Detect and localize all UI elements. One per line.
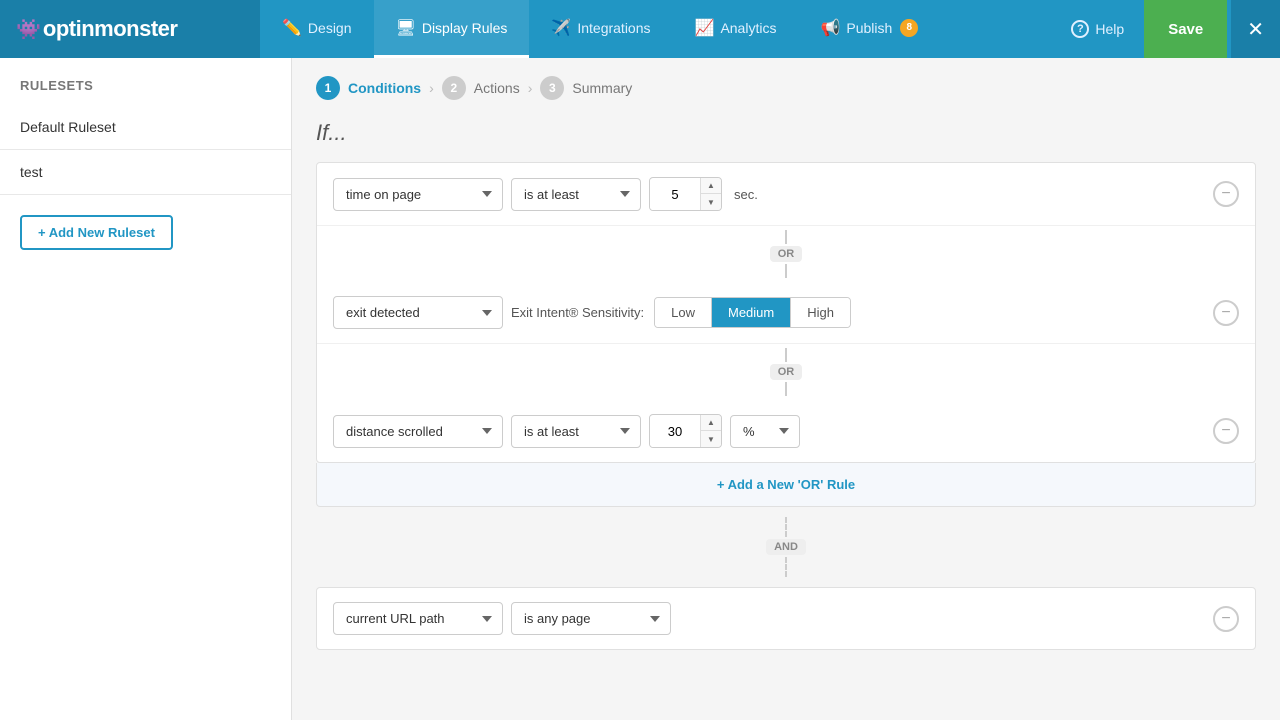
help-button[interactable]: ? Help (1055, 0, 1140, 58)
help-icon: ? (1071, 20, 1089, 38)
value-input-wrap-1: ▲ ▼ (649, 177, 722, 211)
layout: Rulesets Default Ruleset test + Add New … (0, 58, 1280, 720)
spin-down-1[interactable]: ▼ (701, 194, 721, 210)
step-conditions[interactable]: 1 Conditions (316, 76, 421, 100)
condition-select-3[interactable]: distance scrolled time on page exit dete… (333, 415, 503, 448)
or-line-2: OR (770, 344, 803, 400)
publish-icon: 📢 (820, 18, 840, 38)
tab-design[interactable]: ✏️ Design (260, 0, 374, 58)
rule-group-1: time on page exit detected distance scro… (316, 162, 1256, 463)
and-dashed-bottom (785, 557, 787, 577)
if-label: If... (316, 120, 1256, 146)
sensitivity-medium[interactable]: Medium (712, 298, 791, 327)
operator-select-4[interactable]: is any page contains exactly matches doe… (511, 602, 671, 635)
rule-row-1: time on page exit detected distance scro… (317, 163, 1255, 226)
add-or-rule-button[interactable]: + Add a New 'OR' Rule (316, 463, 1256, 507)
integrations-icon: ✈️ (551, 18, 571, 38)
step-actions[interactable]: 2 Actions (442, 76, 520, 100)
spin-down-3[interactable]: ▼ (701, 431, 721, 447)
or-dot-bottom-2 (785, 382, 787, 396)
tab-publish[interactable]: 📢 Publish 8 (798, 0, 940, 58)
remove-button-1[interactable]: − (1213, 181, 1239, 207)
spin-up-3[interactable]: ▲ (701, 415, 721, 431)
or-badge-1: OR (770, 246, 803, 262)
spinners-1: ▲ ▼ (700, 178, 721, 210)
and-dashed-top (785, 517, 787, 537)
value-input-3[interactable] (650, 416, 700, 447)
value-input-wrap-3: ▲ ▼ (649, 414, 722, 448)
sidebar-section-title: Rulesets (0, 58, 291, 105)
operator-select-1[interactable]: is at least is less than is exactly (511, 178, 641, 211)
close-button[interactable]: ✕ (1231, 0, 1280, 58)
rule-row-3: distance scrolled time on page exit dete… (317, 400, 1255, 462)
analytics-icon: 📈 (695, 18, 715, 38)
steps-bar: 1 Conditions › 2 Actions › 3 Summary (316, 58, 1256, 120)
nav-right: ? Help Save ✕ (1055, 0, 1280, 58)
step-num-3: 3 (540, 76, 564, 100)
step-arrow-1: › (429, 80, 434, 96)
remove-button-3[interactable]: − (1213, 418, 1239, 444)
operator-select-3[interactable]: is at least is less than is exactly (511, 415, 641, 448)
tab-display-rules[interactable]: 🖥 Display Rules (374, 0, 530, 58)
nav-tabs: ✏️ Design 🖥 Display Rules ✈️ Integration… (260, 0, 1055, 58)
sidebar: Rulesets Default Ruleset test + Add New … (0, 58, 292, 720)
display-rules-icon: 🖥 (396, 18, 416, 38)
step-summary[interactable]: 3 Summary (540, 76, 632, 100)
condition-select-2[interactable]: exit detected time on page distance scro… (333, 296, 503, 329)
design-icon: ✏️ (282, 18, 302, 38)
or-separator-1: OR (317, 226, 1255, 282)
or-line-1: OR (770, 226, 803, 282)
logo-text: optinmonster (43, 16, 178, 42)
sidebar-item-test[interactable]: test (0, 150, 291, 195)
or-dot-bottom-1 (785, 264, 787, 278)
step-num-2: 2 (442, 76, 466, 100)
save-button[interactable]: Save (1144, 0, 1227, 58)
sensitivity-label: Exit Intent® Sensitivity: (511, 305, 644, 320)
or-separator-2: OR (317, 344, 1255, 400)
spin-up-1[interactable]: ▲ (701, 178, 721, 194)
sidebar-add: + Add New Ruleset (0, 195, 291, 270)
and-separator: AND (316, 507, 1256, 587)
sensitivity-low[interactable]: Low (655, 298, 712, 327)
step-num-1: 1 (316, 76, 340, 100)
remove-button-4[interactable]: − (1213, 606, 1239, 632)
sensitivity-wrap: Exit Intent® Sensitivity: Low Medium Hig… (511, 297, 851, 328)
or-badge-2: OR (770, 364, 803, 380)
step-arrow-2: › (528, 80, 533, 96)
tab-integrations[interactable]: ✈️ Integrations (529, 0, 672, 58)
add-ruleset-button[interactable]: + Add New Ruleset (20, 215, 173, 250)
remove-button-2[interactable]: − (1213, 300, 1239, 326)
logo-icon: 👾 (16, 17, 41, 42)
rule-row-2: exit detected time on page distance scro… (317, 282, 1255, 344)
publish-badge: 8 (900, 19, 918, 37)
sensitivity-btn-group: Low Medium High (654, 297, 851, 328)
sensitivity-high[interactable]: High (791, 298, 850, 327)
sidebar-item-default-ruleset[interactable]: Default Ruleset (0, 105, 291, 150)
or-dot-top-1 (785, 230, 787, 244)
condition-select-4[interactable]: current URL path time on page exit detec… (333, 602, 503, 635)
rule-group-2: current URL path time on page exit detec… (316, 587, 1256, 650)
main-content: 1 Conditions › 2 Actions › 3 Summary If.… (292, 58, 1280, 720)
or-dot-top-2 (785, 348, 787, 362)
value-input-1[interactable] (650, 179, 700, 210)
condition-select-1[interactable]: time on page exit detected distance scro… (333, 178, 503, 211)
logo-area: 👾 optinmonster (0, 0, 260, 58)
spinners-3: ▲ ▼ (700, 415, 721, 447)
top-nav: 👾 optinmonster ✏️ Design 🖥 Display Rules… (0, 0, 1280, 58)
unit-label-1: sec. (734, 187, 758, 202)
unit-select-3[interactable]: % px (730, 415, 800, 448)
tab-analytics[interactable]: 📈 Analytics (673, 0, 799, 58)
and-badge: AND (766, 539, 806, 555)
rule-row-4: current URL path time on page exit detec… (317, 588, 1255, 649)
